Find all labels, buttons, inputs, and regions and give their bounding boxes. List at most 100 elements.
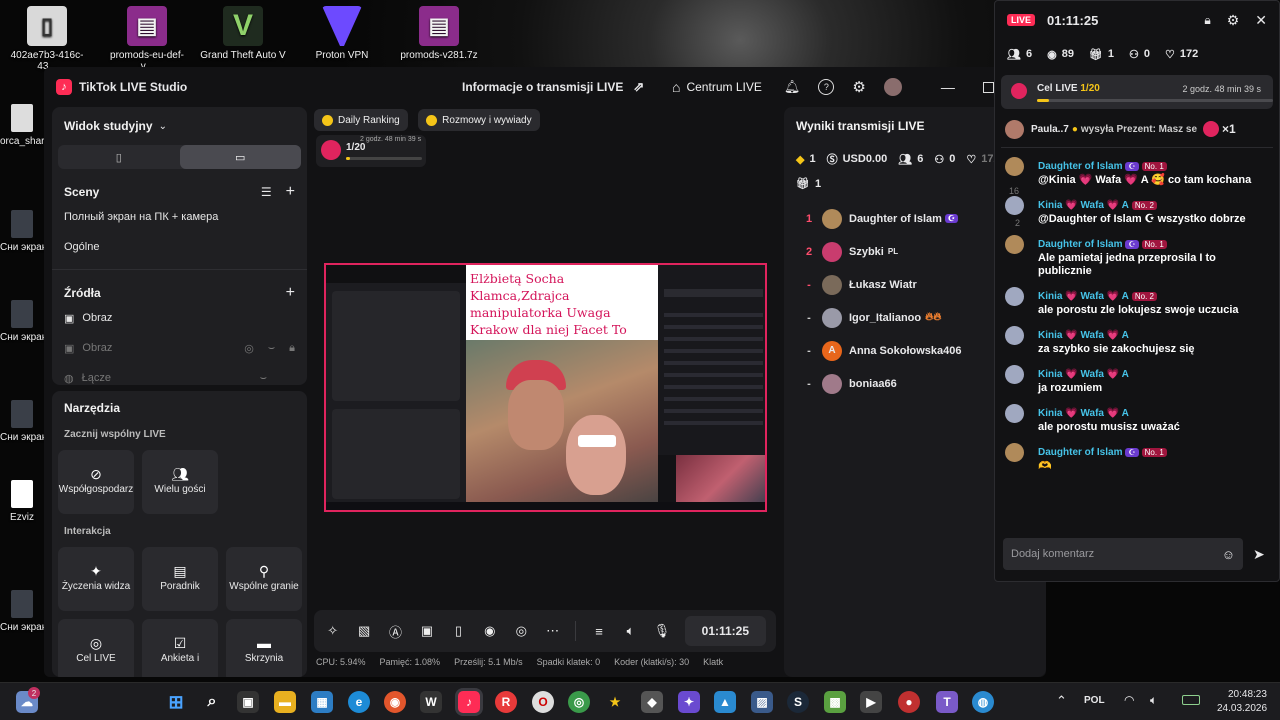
desktop-icon-side-1[interactable]: Сни экрана_2 (0, 210, 44, 253)
desktop-icon-promods-def[interactable]: ▤ promods-eu-def-v... (104, 6, 190, 72)
wd-icon[interactable]: W (420, 691, 442, 713)
multi-guest-button[interactable]: 👥︎ Wielu gości (142, 450, 218, 514)
send-icon[interactable]: ➤ (1253, 546, 1265, 563)
app-icon[interactable]: ▦ (311, 691, 333, 713)
portrait-layout-icon[interactable]: ▯ (58, 145, 180, 169)
edge-icon[interactable]: e (348, 691, 370, 713)
settings-gear-icon[interactable]: ⚙ (852, 78, 865, 96)
firefox-icon[interactable]: ◉ (384, 691, 406, 713)
battery-icon[interactable] (1182, 695, 1200, 705)
live-goal-button[interactable]: ◎ Cel LIVE (58, 619, 134, 677)
emoji-icon[interactable]: ☺ (1222, 547, 1235, 562)
desktop-icon-side-5[interactable]: Сни экрана_1 (0, 590, 44, 633)
position-icon[interactable]: ◎ (244, 342, 254, 355)
source-item[interactable]: ◍ Łącze ⌣ (52, 372, 307, 385)
scene-item[interactable]: Полный экран на ПК + камера (52, 211, 307, 223)
media-player-icon[interactable]: ▶ (860, 691, 882, 713)
live-center-button[interactable]: ⌂ Centrum LIVE (672, 79, 762, 95)
chat-message[interactable]: Kinia 💗 Wafa 💗 A No. 2 @Daughter of Islam … (995, 195, 1279, 226)
list-icon[interactable]: ☰ (261, 185, 272, 199)
opera-icon[interactable]: O (532, 691, 554, 713)
treasure-box-button[interactable]: ▬ Skrzynia (226, 619, 302, 677)
joint-play-button[interactable]: ⚲ Wspólne granie (226, 547, 302, 611)
talk-category-chip[interactable]: Rozmowy i wywiady (418, 109, 540, 131)
language-indicator[interactable]: POL (1084, 695, 1105, 706)
file-explorer-icon[interactable]: ▬ (274, 691, 296, 713)
tiktok-studio-taskbar-icon[interactable]: ♪ (458, 691, 480, 713)
camera-target-icon[interactable]: ◎ (513, 623, 530, 639)
viewer-wishes-button[interactable]: ✦ Życzenia widza (58, 547, 134, 611)
steam-icon[interactable]: S (787, 691, 809, 713)
clock-time[interactable]: 20:48:23 (1228, 689, 1267, 700)
mixer-icon[interactable]: ≡ (590, 624, 607, 639)
chat-message[interactable]: Kinia 💗 Wafa 💗 A No. 2 ale porostu zle lok… (995, 286, 1279, 317)
desktop-icon-side-2[interactable]: Сни экрана_2 (0, 300, 44, 343)
chat-message[interactable]: Daughter of Islam ☪ No. 1 Ale pamietaj jedn… (995, 234, 1279, 278)
landscape-layout-icon[interactable]: ▭ (179, 145, 301, 169)
cohost-button[interactable]: ⊘ Współgospodarz (58, 450, 134, 514)
chat-message[interactable]: Daughter of Islam ☪ No. 1 🫶 (995, 442, 1279, 473)
lock-icon[interactable]: 🔒︎ (289, 342, 295, 355)
chat-message[interactable]: Kinia 💗 Wafa 💗 Aja rozumiem (995, 364, 1279, 395)
wifi-icon[interactable]: ◠ (1124, 693, 1134, 707)
desktop-icon-gta[interactable]: V Grand Theft Auto V (200, 6, 286, 61)
settings-gear-icon[interactable]: ⚙ (1227, 12, 1240, 29)
task-view-icon[interactable]: ▣ (237, 691, 259, 713)
caption-icon[interactable]: ▣ (418, 623, 435, 639)
poll-button[interactable]: ☑ Ankieta i (142, 619, 218, 677)
eye-hidden-icon[interactable]: ⌣ (260, 372, 267, 385)
guide-button[interactable]: ▤ Poradnik (142, 547, 218, 611)
chevron-up-icon[interactable]: ⌃ (1056, 693, 1067, 709)
desktop-icon-side-3[interactable]: Сни экрана_2 (0, 400, 44, 443)
maximize-icon[interactable] (982, 81, 994, 93)
magic-wand-icon[interactable]: ✧ (324, 623, 341, 639)
desktop-icon-side-4[interactable]: Ezviz (0, 480, 44, 523)
more-icon[interactable]: ⋯ (544, 623, 561, 639)
app-r-icon[interactable]: R (495, 691, 517, 713)
chat-message[interactable]: Daughter of Islam ☪ No. 1 @Kinia 💗 Wafa 💗 A… (995, 156, 1279, 187)
comment-input[interactable]: Dodaj komentarz ☺ (1003, 538, 1243, 570)
phone-icon[interactable]: ▯ (450, 623, 467, 639)
clock-date[interactable]: 24.03.2026 (1217, 703, 1267, 714)
effects-icon[interactable]: ▧ (355, 623, 372, 639)
stream-info-link[interactable]: Informacje o transmisji LIVE (462, 80, 623, 94)
speaker-icon[interactable]: 🔈︎ (622, 623, 639, 639)
chat-message[interactable]: Kinia 💗 Wafa 💗 Aza szybko sie zakochujes… (995, 325, 1279, 356)
desktop-icon-file[interactable]: ▯ 402ae7b3-416c-43... (4, 6, 90, 72)
photos-icon[interactable]: ▲ (714, 691, 736, 713)
view-mode-selector[interactable]: Widok studyjny ⌄ (52, 115, 307, 137)
minecraft-icon[interactable]: ▩ (824, 691, 846, 713)
live-goal-card[interactable]: Cel LIVE 1/20 2 godz. 48 min 39 s (1001, 75, 1273, 109)
chrome-icon[interactable]: ◎ (568, 691, 590, 713)
search-icon[interactable]: ⌕ (201, 691, 223, 713)
source-item[interactable]: ▣ Obraz (52, 312, 307, 325)
source-item[interactable]: ▣ Obraz ◎ ⌣ 🔒︎ (52, 342, 307, 355)
teams-icon[interactable]: T (936, 691, 958, 713)
chat-message[interactable]: Kinia 💗 Wafa 💗 Aale porostu musisz uważa… (995, 403, 1279, 434)
star-app-icon[interactable]: ★ (604, 691, 626, 713)
close-icon[interactable]: ✕ (1255, 12, 1267, 29)
record-icon[interactable]: ◉ (481, 623, 498, 639)
stream-preview[interactable]: Elżbietą Socha Klamca,Zdrajca manipulato… (324, 263, 767, 512)
share-icon[interactable]: ⇗ (633, 79, 644, 95)
puzzle-app-icon[interactable]: ✦ (678, 691, 700, 713)
desktop-icon-protonvpn[interactable]: Proton VPN (299, 6, 385, 61)
volume-icon[interactable]: 🔈︎ (1150, 693, 1157, 708)
eye-hidden-icon[interactable]: ⌣ (268, 342, 275, 355)
bell-icon[interactable]: 🔔︎ (784, 79, 801, 95)
scene-item[interactable]: Ogólne (52, 241, 307, 253)
add-scene-icon[interactable]: + (286, 183, 295, 201)
globe-app-icon[interactable]: ◍ (972, 691, 994, 713)
daily-ranking-chip[interactable]: Daily Ranking (314, 109, 408, 131)
desktop-icon-promods-7z[interactable]: ▤ promods-v281.7z (396, 6, 482, 61)
avatar[interactable] (883, 78, 902, 96)
minimize-icon[interactable]: — (941, 79, 955, 95)
add-source-icon[interactable]: + (286, 284, 295, 302)
recording-app-icon[interactable]: ● (898, 691, 920, 713)
box-app-icon[interactable]: ◆ (641, 691, 663, 713)
desktop-icon-side-0[interactable]: orca_shar (0, 104, 44, 147)
lock-icon[interactable]: 🔒︎ (1204, 13, 1210, 28)
image-app-icon[interactable]: ▨ (751, 691, 773, 713)
help-icon[interactable]: ? (818, 79, 835, 95)
start-icon[interactable]: ⊞ (165, 691, 187, 713)
